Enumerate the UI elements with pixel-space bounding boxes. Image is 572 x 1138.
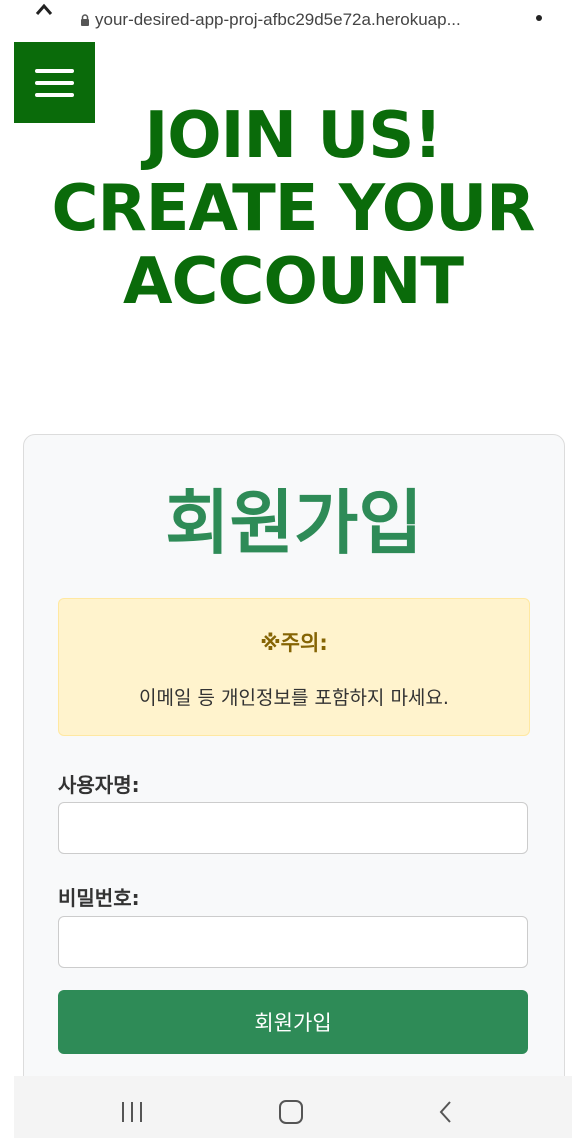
warning-notice: ※주의: 이메일 등 개인정보를 포함하지 마세요. <box>58 598 530 736</box>
signup-card: 회원가입 ※주의: 이메일 등 개인정보를 포함하지 마세요. 사용자명: 비밀… <box>23 434 565 1138</box>
page-title-line-1: JOIN US! <box>144 99 442 173</box>
url-text[interactable]: your-desired-app-proj-afbc29d5e72a.herok… <box>95 10 495 30</box>
notice-text: 이메일 등 개인정보를 포함하지 마세요. <box>139 687 449 709</box>
chevron-up-icon[interactable] <box>34 2 54 18</box>
signup-title: 회원가입 <box>165 482 423 564</box>
system-navigation-bar <box>14 1076 572 1138</box>
password-label: 비밀번호: <box>58 886 140 910</box>
page-title: JOIN US! CREATE YOUR ACCOUNT <box>20 100 566 319</box>
password-input[interactable] <box>58 916 528 968</box>
username-label: 사용자명: <box>58 773 140 797</box>
signup-button[interactable]: 회원가입 <box>58 990 528 1054</box>
username-input[interactable] <box>58 802 528 854</box>
notice-title: ※주의: <box>260 631 328 655</box>
back-icon[interactable] <box>438 1100 452 1124</box>
recents-icon[interactable] <box>122 1102 144 1122</box>
page-title-line-2: CREATE YOUR <box>51 172 536 246</box>
lock-icon <box>81 14 89 26</box>
more-options-icon[interactable] <box>536 15 542 21</box>
browser-url-bar[interactable]: your-desired-app-proj-afbc29d5e72a.herok… <box>0 0 572 38</box>
page-title-line-3: ACCOUNT <box>122 245 464 319</box>
home-icon[interactable] <box>279 1100 303 1124</box>
page: your-desired-app-proj-afbc29d5e72a.herok… <box>0 0 572 1138</box>
